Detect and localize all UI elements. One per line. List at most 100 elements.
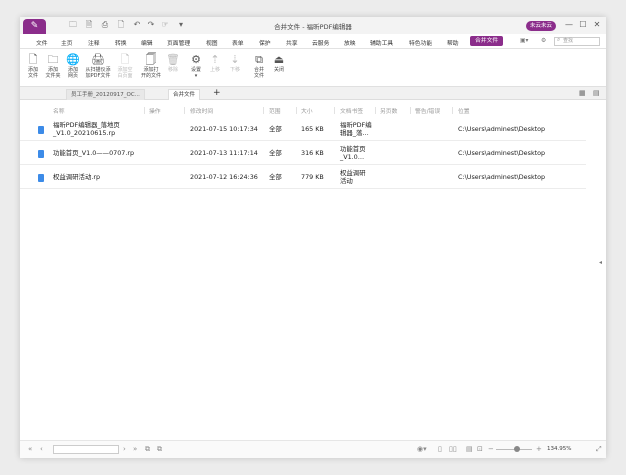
status-bar: « ‹ › » ⧉ ⧉ ◉▾ ▯ ▯▯ ▤ ⊡ − + 134.95% ⤢	[20, 440, 606, 458]
tab-merge-files[interactable]: 合并文件	[168, 89, 201, 100]
first-page-icon[interactable]: «	[28, 445, 32, 454]
window-title: 合并文件 - 福昕PDF编辑器	[274, 23, 352, 31]
add-file-icon: 🗋	[28, 53, 38, 66]
fit-icon[interactable]: ⊡	[477, 445, 483, 454]
file-location: C:\Users\adminest\Desktop	[458, 149, 546, 157]
col-modified[interactable]: 修改时间	[190, 106, 213, 115]
menu-home[interactable]: 主页	[61, 38, 73, 47]
grid-view-icon[interactable]: ▦	[579, 89, 587, 97]
last-page-icon[interactable]: »	[133, 445, 137, 454]
modified-time: 2021-07-15 10:17:34	[190, 125, 258, 133]
layout-icon[interactable]: ▣▾	[520, 38, 528, 44]
collapse-panel-arrow-icon[interactable]: ◂	[599, 259, 602, 266]
prev-page-icon[interactable]: ‹	[40, 445, 43, 454]
single-page-icon[interactable]: ▯	[438, 445, 442, 454]
page-range[interactable]: 全部	[269, 173, 282, 182]
eye-icon[interactable]: ◉▾	[417, 445, 427, 454]
menu-share[interactable]: 共享	[286, 38, 298, 47]
maximize-icon[interactable]: ☐	[578, 20, 588, 30]
menu-protect[interactable]: 保护	[259, 38, 271, 47]
menu-help[interactable]: 帮助	[447, 38, 459, 47]
menu-tools[interactable]: 辅助工具	[370, 38, 393, 47]
add-folder-icon: 🗀	[47, 53, 59, 66]
bookmark-name[interactable]: 权益调研 活动	[340, 169, 366, 185]
page-forward-icon[interactable]: ⧉	[157, 445, 162, 454]
add-webpage-icon: 🌐	[66, 53, 80, 66]
table-header: 名称 操作 修改时间 范围 大小 文档书签 另页数 警告/错误 位置	[20, 104, 606, 116]
file-name: 权益调研活动.rp	[53, 173, 101, 181]
col-range[interactable]: 范围	[269, 106, 281, 115]
bookmark-name[interactable]: 福昕PDF编 辑器_落…	[340, 121, 372, 137]
continuous-icon[interactable]: ▤	[466, 445, 473, 454]
file-location: C:\Users\adminest\Desktop	[458, 125, 546, 133]
menu-slideshow[interactable]: 放映	[344, 38, 356, 47]
close-merge-button[interactable]: ⏏ 关闭	[266, 53, 292, 73]
menu-form[interactable]: 表单	[232, 38, 244, 47]
modified-time: 2021-07-12 16:24:36	[190, 173, 258, 181]
menu-features[interactable]: 特色功能	[409, 38, 432, 47]
move-up-icon: ⇡	[210, 53, 220, 66]
menu-cloud[interactable]: 云服务	[312, 38, 329, 47]
menu-page-management[interactable]: 页面管理	[167, 38, 190, 47]
search-input[interactable]: 查找	[554, 37, 600, 46]
fullscreen-icon[interactable]: ⤢	[596, 445, 602, 454]
menu-view[interactable]: 视图	[206, 38, 218, 47]
scanner-icon: 🖨	[91, 53, 105, 66]
bookmark-name[interactable]: 功能首页 _V1.0…	[340, 145, 366, 161]
add-open-files-icon: 🗍	[145, 53, 157, 66]
menu-comment[interactable]: 注释	[88, 38, 100, 47]
file-size: 165 KB	[301, 125, 324, 133]
move-down-button[interactable]: ⇣ 下移	[222, 53, 248, 73]
add-from-scanner-button[interactable]: 🖨 从扫描仪添 加PDF文件	[82, 53, 114, 79]
file-size: 779 KB	[301, 173, 324, 181]
user-account-button[interactable]: 未云未云	[526, 21, 556, 31]
search-icon: ⌕	[557, 37, 561, 43]
col-action[interactable]: 操作	[149, 106, 161, 115]
list-view-icon[interactable]: ▤	[593, 89, 601, 97]
file-location: C:\Users\adminest\Desktop	[458, 173, 546, 181]
menu-edit[interactable]: 编辑	[141, 38, 153, 47]
menu-file[interactable]: 文件	[36, 38, 48, 47]
two-page-icon[interactable]: ▯▯	[449, 445, 457, 454]
menu-bar: 文件 主页 注释 转换 编辑 页面管理 视图 表单 保护 共享 云服务 放映 辅…	[20, 34, 606, 49]
tab-employee-handbook[interactable]: 员工手册_20120917_OC...	[66, 89, 145, 100]
document-tab-bar: 员工手册_20120917_OC... 合并文件 + ▦ ▤	[20, 87, 606, 100]
trash-icon: 🗑	[166, 53, 180, 66]
table-row[interactable]: 福昕PDF编辑器_落地页 _V1.0_20210615.rp 2021-07-1…	[20, 118, 586, 141]
close-window-icon[interactable]: ✕	[592, 20, 602, 30]
zoom-in-icon[interactable]: +	[536, 445, 542, 454]
exit-icon: ⏏	[273, 53, 285, 66]
zoom-level[interactable]: 134.95%	[547, 446, 571, 452]
zoom-out-icon[interactable]: −	[488, 445, 494, 454]
page-range[interactable]: 全部	[269, 125, 282, 134]
settings-icon: ⚙	[191, 53, 201, 66]
minimize-icon[interactable]: —	[564, 20, 574, 30]
app-window: ✎ 🗀 🗎 ⎙ 🗋 ↶ ↷ ☞ ▾ 合并文件 - 福昕PDF编辑器 未云未云 —…	[20, 17, 606, 458]
page-back-icon[interactable]: ⧉	[145, 445, 150, 454]
col-location[interactable]: 位置	[458, 106, 470, 115]
menu-convert[interactable]: 转换	[115, 38, 127, 47]
page-range[interactable]: 全部	[269, 149, 282, 158]
col-name[interactable]: 名称	[53, 106, 65, 115]
page-number-input[interactable]	[53, 445, 119, 454]
menu-merge-files[interactable]: 合并文件	[470, 36, 504, 46]
col-warnings[interactable]: 警告/错误	[415, 106, 440, 115]
file-name: 功能首页_V1.0——0707.rp	[53, 149, 135, 157]
settings-gear-icon[interactable]: ⚙	[541, 38, 546, 44]
rp-file-icon	[38, 126, 44, 134]
next-page-icon[interactable]: ›	[123, 445, 126, 454]
table-row[interactable]: 功能首页_V1.0——0707.rp 2021-07-13 11:17:14 全…	[20, 142, 586, 165]
add-blank-page-button[interactable]: 🗋 添加空 白页面	[112, 53, 138, 79]
col-page-count[interactable]: 另页数	[380, 106, 397, 115]
ribbon-toolbar: 🗋 添加 文件 🗀 添加 文件夹 🌐 添加 网页 🖨 从扫描仪添 加PDF文件 …	[20, 49, 606, 87]
merge-icon: ⧉	[255, 53, 263, 66]
col-size[interactable]: 大小	[301, 106, 313, 115]
modified-time: 2021-07-13 11:17:14	[190, 149, 258, 157]
file-name: 福昕PDF编辑器_落地页 _V1.0_20210615.rp	[53, 121, 120, 137]
add-blank-page-icon: 🗋	[120, 53, 130, 66]
zoom-slider-handle[interactable]	[514, 446, 520, 452]
table-row[interactable]: 权益调研活动.rp 2021-07-12 16:24:36 全部 779 KB …	[20, 166, 586, 189]
new-tab-icon[interactable]: +	[213, 88, 221, 98]
col-bookmark[interactable]: 文档书签	[340, 106, 363, 115]
title-bar: ✎ 🗀 🗎 ⎙ 🗋 ↶ ↷ ☞ ▾ 合并文件 - 福昕PDF编辑器 未云未云 —…	[20, 17, 606, 34]
